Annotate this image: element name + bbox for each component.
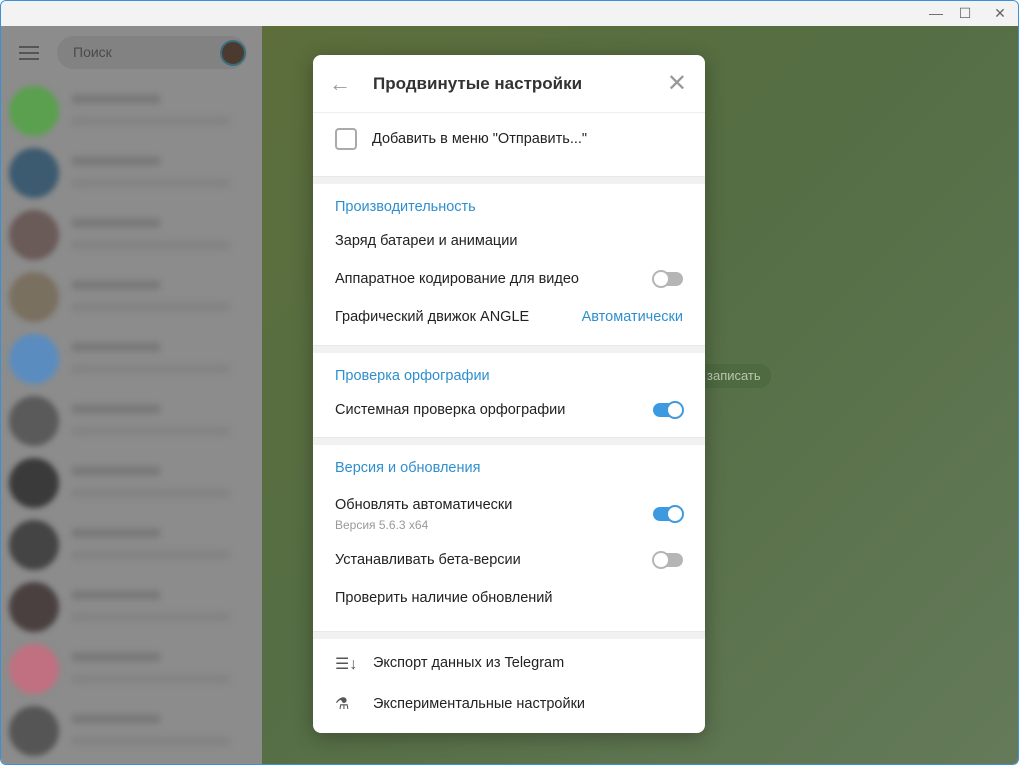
chat-avatar[interactable] bbox=[9, 706, 59, 756]
export-icon: ☰↓ bbox=[335, 654, 357, 674]
chat-title-blurred bbox=[71, 528, 161, 538]
experimental-label: Экспериментальные настройки bbox=[373, 696, 585, 712]
chat-avatar[interactable] bbox=[9, 334, 59, 384]
close-window-button[interactable]: ✕ bbox=[990, 4, 1010, 22]
chat-preview-blurred bbox=[71, 426, 231, 436]
divider bbox=[313, 176, 705, 184]
hw-encoding-row[interactable]: Аппаратное кодирование для видео bbox=[313, 260, 705, 298]
chat-preview-blurred bbox=[71, 674, 231, 684]
chat-title-blurred bbox=[71, 94, 161, 104]
chat-title-blurred bbox=[71, 590, 161, 600]
angle-value[interactable]: Автоматически bbox=[582, 309, 683, 325]
chat-avatar[interactable] bbox=[9, 148, 59, 198]
chat-avatar[interactable] bbox=[9, 582, 59, 632]
chat-avatar[interactable] bbox=[9, 644, 59, 694]
avatar[interactable] bbox=[220, 40, 246, 66]
hw-encoding-toggle[interactable] bbox=[653, 272, 683, 286]
divider bbox=[313, 437, 705, 445]
chat-preview-blurred bbox=[71, 116, 231, 126]
chat-preview-blurred bbox=[71, 364, 231, 374]
hw-encoding-label: Аппаратное кодирование для видео bbox=[335, 271, 579, 287]
chat-avatar[interactable] bbox=[9, 210, 59, 260]
beta-row[interactable]: Устанавливать бета-версии bbox=[313, 541, 705, 579]
maximize-button[interactable]: ☐ bbox=[955, 4, 975, 22]
beta-toggle[interactable] bbox=[653, 553, 683, 567]
flask-icon: ⚗ bbox=[335, 694, 349, 714]
battery-animation-item[interactable]: Заряд батареи и анимации bbox=[313, 222, 705, 260]
chat-title-blurred bbox=[71, 218, 161, 228]
chat-preview-blurred bbox=[71, 488, 231, 498]
advanced-settings-dialog: ← Продвинутые настройки ✕ Добавить в мен… bbox=[313, 55, 705, 733]
back-arrow-icon[interactable]: ← bbox=[329, 71, 351, 97]
experimental-settings-item[interactable]: ⚗ Экспериментальные настройки bbox=[313, 679, 705, 719]
chat-avatar[interactable] bbox=[9, 458, 59, 508]
chat-avatar[interactable] bbox=[9, 86, 59, 136]
chat-title-blurred bbox=[71, 714, 161, 724]
section-header-spelling: Проверка орфографии bbox=[313, 353, 705, 391]
check-updates-label: Проверить наличие обновлений bbox=[335, 590, 552, 606]
auto-update-toggle[interactable] bbox=[653, 507, 683, 521]
export-data-item[interactable]: ☰↓ Экспорт данных из Telegram bbox=[313, 639, 705, 679]
beta-label: Устанавливать бета-версии bbox=[335, 552, 521, 568]
system-spell-label: Системная проверка орфографии bbox=[335, 402, 565, 418]
divider bbox=[313, 345, 705, 353]
chat-title-blurred bbox=[71, 156, 161, 166]
chat-avatar[interactable] bbox=[9, 272, 59, 322]
section-header-performance: Производительность bbox=[313, 184, 705, 222]
chat-title-blurred bbox=[71, 342, 161, 352]
chat-avatar[interactable] bbox=[9, 520, 59, 570]
dialog-title: Продвинутые настройки bbox=[373, 74, 582, 94]
chat-avatar[interactable] bbox=[9, 396, 59, 446]
chat-preview-blurred bbox=[71, 178, 231, 188]
system-spell-row[interactable]: Системная проверка орфографии bbox=[313, 391, 705, 437]
system-spell-toggle[interactable] bbox=[653, 403, 683, 417]
send-menu-label: Добавить в меню "Отправить..." bbox=[372, 131, 587, 147]
chat-title-blurred bbox=[71, 280, 161, 290]
angle-row[interactable]: Графический движок ANGLE Автоматически bbox=[313, 298, 705, 345]
send-menu-checkbox-row[interactable]: Добавить в меню "Отправить..." bbox=[313, 112, 705, 176]
divider bbox=[313, 631, 705, 639]
close-icon[interactable]: ✕ bbox=[667, 69, 687, 98]
chat-title-blurred bbox=[71, 652, 161, 662]
chat-preview-blurred bbox=[71, 550, 231, 560]
chat-title-blurred bbox=[71, 404, 161, 414]
chat-preview-blurred bbox=[71, 240, 231, 250]
chat-preview-blurred bbox=[71, 302, 231, 312]
chat-title-blurred bbox=[71, 466, 161, 476]
battery-label: Заряд батареи и анимации bbox=[335, 233, 517, 249]
export-label: Экспорт данных из Telegram bbox=[373, 655, 564, 671]
version-text: Версия 5.6.3 x64 bbox=[335, 518, 683, 532]
auto-update-row[interactable]: Обновлять автоматически Версия 5.6.3 x64 bbox=[313, 483, 705, 541]
hamburger-menu-icon[interactable] bbox=[19, 46, 39, 60]
send-menu-checkbox[interactable] bbox=[335, 128, 357, 150]
title-bar: — ☐ ✕ bbox=[1, 1, 1018, 26]
auto-update-label: Обновлять автоматически bbox=[335, 497, 683, 513]
minimize-button[interactable]: — bbox=[926, 4, 946, 22]
chat-preview-blurred bbox=[71, 736, 231, 746]
search-input[interactable]: Поиск bbox=[57, 36, 247, 69]
chat-preview-blurred bbox=[71, 612, 231, 622]
angle-label: Графический движок ANGLE bbox=[335, 309, 529, 325]
section-header-version: Версия и обновления bbox=[313, 445, 705, 483]
check-updates-item[interactable]: Проверить наличие обновлений bbox=[313, 579, 705, 631]
